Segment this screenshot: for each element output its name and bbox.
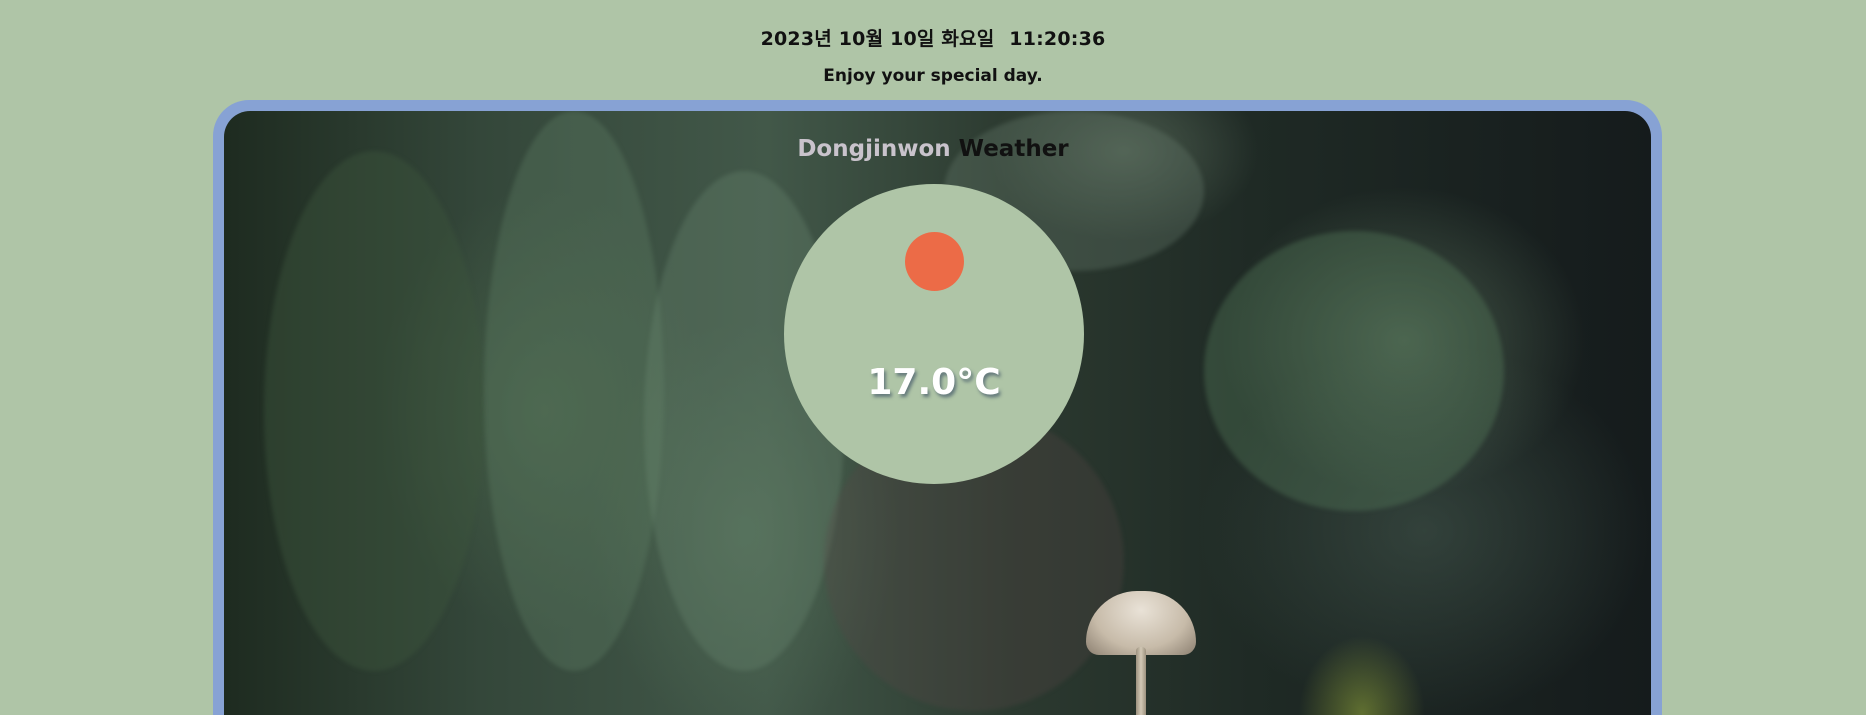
tagline: Enjoy your special day.: [823, 66, 1043, 86]
mushroom-stem: [1136, 647, 1146, 715]
app-title-name: Dongjinwon: [797, 136, 951, 162]
time-text: 11:20:36: [1009, 28, 1106, 50]
app-title-suffix: Weather: [958, 136, 1069, 162]
sun-icon: [905, 232, 964, 291]
date-text: 2023년 10월 10일 화요일: [760, 28, 995, 50]
temperature-value: 17.0°C: [867, 362, 1001, 403]
app-title: Dongjinwon Weather: [0, 136, 1866, 162]
date-time-display: 2023년 10월 10일 화요일 11:20:36: [0, 24, 1866, 51]
page: 2023년 10월 10일 화요일 11:20:36 Enjoy your sp…: [0, 0, 1866, 715]
weather-circle: [784, 184, 1084, 484]
